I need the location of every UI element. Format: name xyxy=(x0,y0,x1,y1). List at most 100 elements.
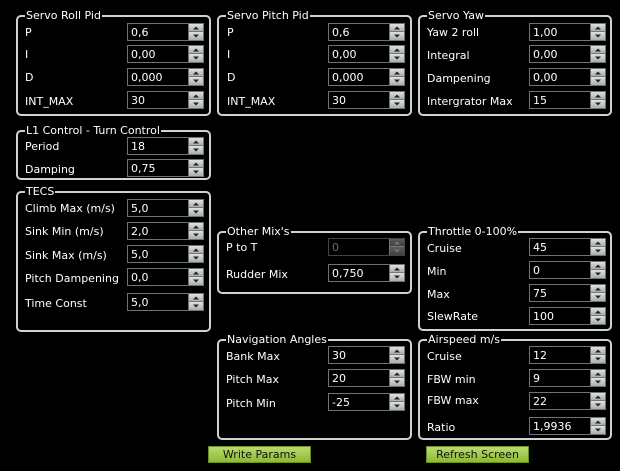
spin-down-arrow-icon[interactable] xyxy=(189,100,203,108)
bank-max-input[interactable] xyxy=(329,347,390,363)
fbw-max-input[interactable] xyxy=(530,393,591,409)
spin-up-arrow-icon[interactable] xyxy=(591,46,605,54)
spin-down-arrow-icon[interactable] xyxy=(390,32,404,40)
spin-down-arrow-icon[interactable] xyxy=(390,402,404,410)
spin-down-arrow-icon[interactable] xyxy=(390,54,404,62)
throttle-min-input[interactable] xyxy=(530,262,591,278)
pitch-p-input[interactable] xyxy=(329,24,390,40)
roll-p-spinbox[interactable] xyxy=(127,23,204,41)
pitch-i-spinbox[interactable] xyxy=(328,45,405,63)
spin-up-arrow-icon[interactable] xyxy=(390,394,404,402)
pitch-i-input[interactable] xyxy=(329,46,390,62)
pitch-max-input[interactable] xyxy=(329,370,390,386)
roll-int-max-input[interactable] xyxy=(128,92,189,108)
spin-down-arrow-icon[interactable] xyxy=(390,273,404,281)
spin-up-arrow-icon[interactable] xyxy=(390,265,404,273)
spin-down-arrow-icon[interactable] xyxy=(189,168,203,176)
throttle-slewrate-spinbox[interactable] xyxy=(529,307,606,325)
spin-down-arrow-icon[interactable] xyxy=(189,146,203,154)
fbw-min-spinbox[interactable] xyxy=(529,369,606,387)
pitch-int-max-input[interactable] xyxy=(329,92,390,108)
spin-down-arrow-icon[interactable] xyxy=(591,54,605,62)
spin-down-arrow-icon[interactable] xyxy=(189,77,203,85)
throttle-slewrate-input[interactable] xyxy=(530,308,591,324)
ratio-spinbox[interactable] xyxy=(529,417,606,435)
fbw-max-spinbox[interactable] xyxy=(529,392,606,410)
spin-down-arrow-icon[interactable] xyxy=(591,316,605,324)
spin-down-arrow-icon[interactable] xyxy=(189,208,203,216)
spin-up-arrow-icon[interactable] xyxy=(189,269,203,277)
spin-down-arrow-icon[interactable] xyxy=(189,254,203,262)
tecs-time-const-spinbox[interactable] xyxy=(127,293,204,311)
yaw-integral-input[interactable] xyxy=(530,46,591,62)
airspeed-cruise-spinbox[interactable] xyxy=(529,346,606,364)
fbw-min-input[interactable] xyxy=(530,370,591,386)
spin-up-arrow-icon[interactable] xyxy=(390,24,404,32)
spin-up-arrow-icon[interactable] xyxy=(390,347,404,355)
throttle-max-spinbox[interactable] xyxy=(529,284,606,302)
spin-up-arrow-icon[interactable] xyxy=(189,46,203,54)
spin-up-arrow-icon[interactable] xyxy=(189,223,203,231)
spin-up-arrow-icon[interactable] xyxy=(390,92,404,100)
tecs-pitch-dampening-input[interactable] xyxy=(128,269,189,285)
tecs-pitch-dampening-spinbox[interactable] xyxy=(127,268,204,286)
spin-up-arrow-icon[interactable] xyxy=(591,393,605,401)
yaw2roll-input[interactable] xyxy=(530,24,591,40)
l1-damping-input[interactable] xyxy=(128,160,189,176)
spin-up-arrow-icon[interactable] xyxy=(189,200,203,208)
pitch-d-spinbox[interactable] xyxy=(328,68,405,86)
spin-up-arrow-icon[interactable] xyxy=(189,92,203,100)
throttle-max-input[interactable] xyxy=(530,285,591,301)
spin-up-arrow-icon[interactable] xyxy=(591,262,605,270)
pitch-min-input[interactable] xyxy=(329,394,390,410)
spin-up-arrow-icon[interactable] xyxy=(390,370,404,378)
ratio-input[interactable] xyxy=(530,418,591,434)
tecs-sink-max-input[interactable] xyxy=(128,246,189,262)
spin-down-arrow-icon[interactable] xyxy=(591,426,605,434)
spin-up-arrow-icon[interactable] xyxy=(591,69,605,77)
yaw2roll-spinbox[interactable] xyxy=(529,23,606,41)
bank-max-spinbox[interactable] xyxy=(328,346,405,364)
throttle-min-spinbox[interactable] xyxy=(529,261,606,279)
spin-up-arrow-icon[interactable] xyxy=(189,138,203,146)
spin-down-arrow-icon[interactable] xyxy=(390,100,404,108)
spin-up-arrow-icon[interactable] xyxy=(591,347,605,355)
spin-down-arrow-icon[interactable] xyxy=(390,355,404,363)
spin-up-arrow-icon[interactable] xyxy=(591,285,605,293)
tecs-time-const-input[interactable] xyxy=(128,294,189,310)
l1-period-spinbox[interactable] xyxy=(127,137,204,155)
roll-int-max-spinbox[interactable] xyxy=(127,91,204,109)
spin-down-arrow-icon[interactable] xyxy=(189,277,203,285)
spin-down-arrow-icon[interactable] xyxy=(390,378,404,386)
tecs-sink-max-spinbox[interactable] xyxy=(127,245,204,263)
spin-down-arrow-icon[interactable] xyxy=(591,270,605,278)
throttle-cruise-spinbox[interactable] xyxy=(529,238,606,256)
spin-down-arrow-icon[interactable] xyxy=(591,378,605,386)
spin-down-arrow-icon[interactable] xyxy=(591,293,605,301)
throttle-cruise-input[interactable] xyxy=(530,239,591,255)
pitch-d-input[interactable] xyxy=(329,69,390,85)
spin-up-arrow-icon[interactable] xyxy=(591,418,605,426)
spin-down-arrow-icon[interactable] xyxy=(591,401,605,409)
spin-down-arrow-icon[interactable] xyxy=(189,32,203,40)
tecs-sink-min-input[interactable] xyxy=(128,223,189,239)
refresh-screen-button[interactable]: Refresh Screen xyxy=(426,446,529,463)
spin-up-arrow-icon[interactable] xyxy=(189,24,203,32)
yaw-integrator-max-input[interactable] xyxy=(530,92,591,108)
spin-up-arrow-icon[interactable] xyxy=(189,294,203,302)
tecs-climb-max-input[interactable] xyxy=(128,200,189,216)
spin-down-arrow-icon[interactable] xyxy=(591,77,605,85)
spin-up-arrow-icon[interactable] xyxy=(390,69,404,77)
spin-up-arrow-icon[interactable] xyxy=(591,370,605,378)
yaw-dampening-input[interactable] xyxy=(530,69,591,85)
rudder-mix-input[interactable] xyxy=(329,265,390,281)
pitch-min-spinbox[interactable] xyxy=(328,393,405,411)
spin-down-arrow-icon[interactable] xyxy=(189,302,203,310)
spin-down-arrow-icon[interactable] xyxy=(591,32,605,40)
yaw-dampening-spinbox[interactable] xyxy=(529,68,606,86)
roll-i-input[interactable] xyxy=(128,46,189,62)
yaw-integrator-max-spinbox[interactable] xyxy=(529,91,606,109)
tecs-sink-min-spinbox[interactable] xyxy=(127,222,204,240)
write-params-button[interactable]: Write Params xyxy=(208,446,311,463)
pitch-p-spinbox[interactable] xyxy=(328,23,405,41)
